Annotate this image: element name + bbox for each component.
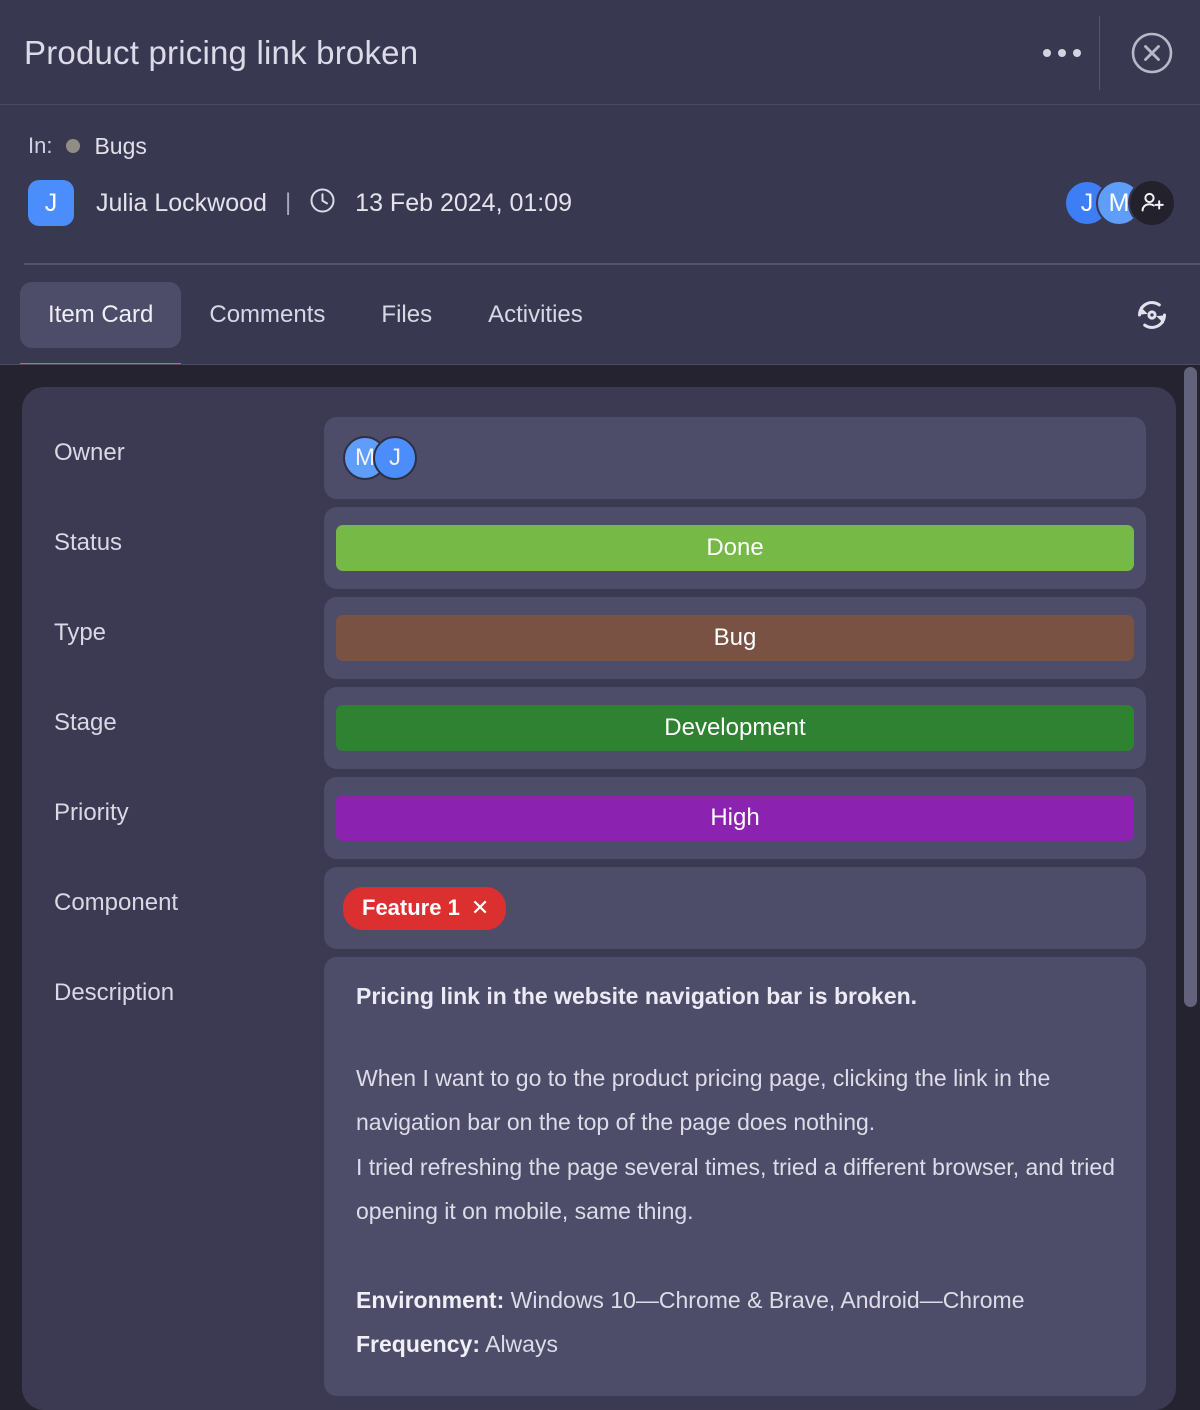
breadcrumb: In: Bugs <box>28 131 1176 161</box>
field-label-component: Component <box>54 867 324 917</box>
stage-badge[interactable]: Development <box>336 705 1134 751</box>
environment-value: Windows 10—Chrome & Brave, Android—Chrom… <box>511 1287 1025 1313</box>
breadcrumb-label: In: <box>28 133 52 159</box>
field-label-priority: Priority <box>54 777 324 827</box>
description-value[interactable]: Pricing link in the website navigation b… <box>324 957 1146 1396</box>
author-name: Julia Lockwood <box>96 189 267 218</box>
field-priority: Priority High <box>54 777 1146 859</box>
priority-value[interactable]: High <box>324 777 1146 859</box>
description-paragraph-2: I tried refreshing the page several time… <box>356 1145 1120 1234</box>
field-status: Status Done <box>54 507 1146 589</box>
clock-icon <box>309 187 336 219</box>
titlebar-divider <box>1099 16 1100 90</box>
stage-value[interactable]: Development <box>324 687 1146 769</box>
titlebar-actions <box>1029 0 1200 105</box>
ellipsis-icon[interactable] <box>1029 0 1095 105</box>
status-value[interactable]: Done <box>324 507 1146 589</box>
scrollbar-thumb[interactable] <box>1184 367 1197 1007</box>
item-date: 13 Feb 2024, 01:09 <box>355 189 572 218</box>
add-person-icon[interactable] <box>1128 179 1176 227</box>
owner-value[interactable]: M J <box>324 417 1146 499</box>
field-label-type: Type <box>54 597 324 647</box>
field-type: Type Bug <box>54 597 1146 679</box>
priority-badge[interactable]: High <box>336 795 1134 841</box>
window-titlebar: Product pricing link broken <box>0 0 1200 105</box>
owner-avatar[interactable]: J <box>373 436 417 480</box>
member-avatars: J M <box>1064 179 1176 227</box>
tab-item-card[interactable]: Item Card <box>20 282 181 348</box>
frequency-label: Frequency: <box>356 1331 480 1357</box>
page-title: Product pricing link broken <box>24 34 418 72</box>
component-tag[interactable]: Feature 1 ✕ <box>343 887 506 930</box>
owner-avatars: M J <box>336 436 417 480</box>
field-stage: Stage Development <box>54 687 1146 769</box>
field-component: Component Feature 1 ✕ <box>54 867 1146 949</box>
field-description: Description Pricing link in the website … <box>54 957 1146 1396</box>
avatar[interactable]: J <box>28 180 74 226</box>
item-meta: In: Bugs J Julia Lockwood | 13 Feb 2024,… <box>0 105 1200 265</box>
field-label-status: Status <box>54 507 324 557</box>
description-spacer <box>356 1234 1120 1278</box>
description-paragraph-1: When I want to go to the product pricing… <box>356 1056 1120 1145</box>
tab-bar: Item Card Comments Files Activities <box>0 265 1200 365</box>
environment-label: Environment: <box>356 1287 504 1313</box>
field-label-owner: Owner <box>54 417 324 467</box>
fields-card: Owner M J Status Done Type Bug <box>22 387 1176 1410</box>
description-spacer <box>356 1012 1120 1056</box>
vertical-scrollbar[interactable] <box>1184 365 1197 1410</box>
tab-activities[interactable]: Activities <box>460 282 611 348</box>
tab-files[interactable]: Files <box>353 282 460 348</box>
field-label-description: Description <box>54 957 324 1396</box>
meta-separator: | <box>285 189 291 217</box>
description-frequency: Frequency: Always <box>356 1322 1120 1366</box>
description-heading: Pricing link in the website navigation b… <box>356 981 1120 1012</box>
status-badge[interactable]: Done <box>336 525 1134 571</box>
board-dot-icon <box>66 139 80 153</box>
component-value[interactable]: Feature 1 ✕ <box>324 867 1146 949</box>
frequency-value: Always <box>485 1331 558 1357</box>
breadcrumb-board[interactable]: Bugs <box>94 133 146 160</box>
component-tag-label: Feature 1 <box>362 895 460 921</box>
refresh-sync-icon[interactable] <box>1122 285 1182 345</box>
item-card-body: Owner M J Status Done Type Bug <box>0 365 1200 1410</box>
field-owner: Owner M J <box>54 417 1146 499</box>
remove-tag-icon[interactable]: ✕ <box>471 897 489 919</box>
item-detail-window: Product pricing link broken In: Bugs J J… <box>0 0 1200 1410</box>
tab-comments[interactable]: Comments <box>181 282 353 348</box>
type-badge[interactable]: Bug <box>336 615 1134 661</box>
type-value[interactable]: Bug <box>324 597 1146 679</box>
item-author-row: J Julia Lockwood | 13 Feb 2024, 01:09 J … <box>28 179 1176 227</box>
description-environment: Environment: Windows 10—Chrome & Brave, … <box>356 1278 1120 1322</box>
field-label-stage: Stage <box>54 687 324 737</box>
close-circle-icon[interactable] <box>1104 0 1200 105</box>
